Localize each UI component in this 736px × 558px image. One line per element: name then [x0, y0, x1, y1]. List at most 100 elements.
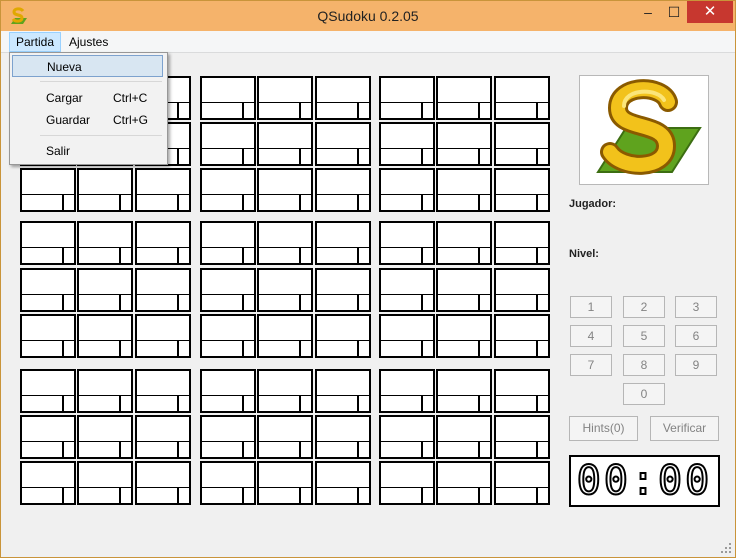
sudoku-cell[interactable]	[315, 76, 371, 120]
sudoku-cell[interactable]	[436, 76, 492, 120]
cell-mini-box[interactable]	[478, 442, 490, 457]
sudoku-cell[interactable]	[436, 369, 492, 413]
cell-mini-box[interactable]	[421, 295, 433, 310]
cell-candidate-bar[interactable]	[79, 294, 131, 310]
sudoku-cell[interactable]	[315, 461, 371, 505]
cell-candidate-bar[interactable]	[137, 441, 189, 457]
cell-candidate-bar[interactable]	[381, 340, 433, 356]
sudoku-cell[interactable]	[494, 268, 550, 312]
sudoku-cell[interactable]	[436, 221, 492, 265]
cell-mini-box[interactable]	[119, 341, 131, 356]
cell-mini-box[interactable]	[478, 341, 490, 356]
cell-candidate-bar[interactable]	[438, 148, 490, 164]
cell-candidate-bar[interactable]	[259, 340, 311, 356]
cell-mini-box[interactable]	[536, 195, 548, 210]
sudoku-cell[interactable]	[200, 369, 256, 413]
sudoku-cell[interactable]	[20, 369, 76, 413]
sudoku-cell[interactable]	[494, 461, 550, 505]
cell-mini-box[interactable]	[177, 488, 189, 503]
cell-candidate-bar[interactable]	[496, 247, 548, 263]
cell-candidate-bar[interactable]	[137, 395, 189, 411]
sudoku-cell[interactable]	[315, 122, 371, 166]
cell-mini-box[interactable]	[299, 149, 311, 164]
cell-candidate-bar[interactable]	[496, 294, 548, 310]
cell-candidate-bar[interactable]	[317, 102, 369, 118]
cell-candidate-bar[interactable]	[317, 340, 369, 356]
sudoku-cell[interactable]	[257, 122, 313, 166]
cell-mini-box[interactable]	[119, 195, 131, 210]
cell-candidate-bar[interactable]	[438, 102, 490, 118]
cell-mini-box[interactable]	[536, 103, 548, 118]
resize-grip-icon[interactable]	[721, 543, 731, 553]
cell-mini-box[interactable]	[357, 149, 369, 164]
menu-item-cargar[interactable]: Cargar Ctrl+C	[12, 87, 163, 109]
cell-mini-box[interactable]	[536, 248, 548, 263]
cell-candidate-bar[interactable]	[137, 247, 189, 263]
cell-candidate-bar[interactable]	[202, 487, 254, 503]
sudoku-cell[interactable]	[135, 314, 191, 358]
sudoku-cell[interactable]	[315, 221, 371, 265]
cell-candidate-bar[interactable]	[438, 487, 490, 503]
sudoku-cell[interactable]	[20, 415, 76, 459]
sudoku-cell[interactable]	[77, 415, 133, 459]
sudoku-cell[interactable]	[200, 314, 256, 358]
cell-mini-box[interactable]	[421, 488, 433, 503]
sudoku-cell[interactable]	[135, 415, 191, 459]
sudoku-cell[interactable]	[436, 314, 492, 358]
cell-mini-box[interactable]	[357, 396, 369, 411]
cell-mini-box[interactable]	[62, 396, 74, 411]
cell-mini-box[interactable]	[242, 103, 254, 118]
sudoku-cell[interactable]	[257, 168, 313, 212]
sudoku-cell[interactable]	[436, 415, 492, 459]
cell-candidate-bar[interactable]	[22, 395, 74, 411]
sudoku-cell[interactable]	[379, 461, 435, 505]
cell-candidate-bar[interactable]	[381, 148, 433, 164]
sudoku-cell[interactable]	[494, 168, 550, 212]
cell-mini-box[interactable]	[421, 248, 433, 263]
sudoku-cell[interactable]	[379, 76, 435, 120]
cell-mini-box[interactable]	[299, 248, 311, 263]
cell-mini-box[interactable]	[421, 442, 433, 457]
cell-mini-box[interactable]	[536, 341, 548, 356]
cell-mini-box[interactable]	[421, 396, 433, 411]
sudoku-cell[interactable]	[135, 221, 191, 265]
cell-candidate-bar[interactable]	[381, 194, 433, 210]
cell-candidate-bar[interactable]	[317, 441, 369, 457]
cell-candidate-bar[interactable]	[438, 294, 490, 310]
cell-mini-box[interactable]	[119, 488, 131, 503]
cell-mini-box[interactable]	[242, 396, 254, 411]
cell-mini-box[interactable]	[299, 442, 311, 457]
hints-button[interactable]: Hints(0)	[569, 416, 638, 441]
cell-mini-box[interactable]	[536, 396, 548, 411]
cell-candidate-bar[interactable]	[438, 340, 490, 356]
number-button-1[interactable]: 1	[570, 296, 612, 318]
cell-candidate-bar[interactable]	[381, 487, 433, 503]
cell-mini-box[interactable]	[478, 295, 490, 310]
number-button-5[interactable]: 5	[623, 325, 665, 347]
cell-mini-box[interactable]	[421, 341, 433, 356]
sudoku-cell[interactable]	[135, 268, 191, 312]
sudoku-cell[interactable]	[494, 415, 550, 459]
cell-candidate-bar[interactable]	[22, 441, 74, 457]
cell-candidate-bar[interactable]	[438, 395, 490, 411]
cell-candidate-bar[interactable]	[202, 395, 254, 411]
cell-candidate-bar[interactable]	[496, 194, 548, 210]
cell-candidate-bar[interactable]	[381, 102, 433, 118]
cell-mini-box[interactable]	[478, 149, 490, 164]
sudoku-cell[interactable]	[315, 415, 371, 459]
cell-candidate-bar[interactable]	[259, 148, 311, 164]
cell-mini-box[interactable]	[478, 248, 490, 263]
cell-mini-box[interactable]	[119, 248, 131, 263]
cell-mini-box[interactable]	[119, 396, 131, 411]
title-bar[interactable]: QSudoku 0.2.05 – ☐ ✕	[1, 1, 735, 31]
sudoku-cell[interactable]	[379, 415, 435, 459]
cell-candidate-bar[interactable]	[79, 194, 131, 210]
cell-mini-box[interactable]	[357, 248, 369, 263]
sudoku-cell[interactable]	[77, 314, 133, 358]
cell-candidate-bar[interactable]	[496, 102, 548, 118]
sudoku-cell[interactable]	[77, 461, 133, 505]
cell-mini-box[interactable]	[119, 295, 131, 310]
cell-candidate-bar[interactable]	[202, 441, 254, 457]
cell-mini-box[interactable]	[357, 195, 369, 210]
cell-mini-box[interactable]	[357, 341, 369, 356]
